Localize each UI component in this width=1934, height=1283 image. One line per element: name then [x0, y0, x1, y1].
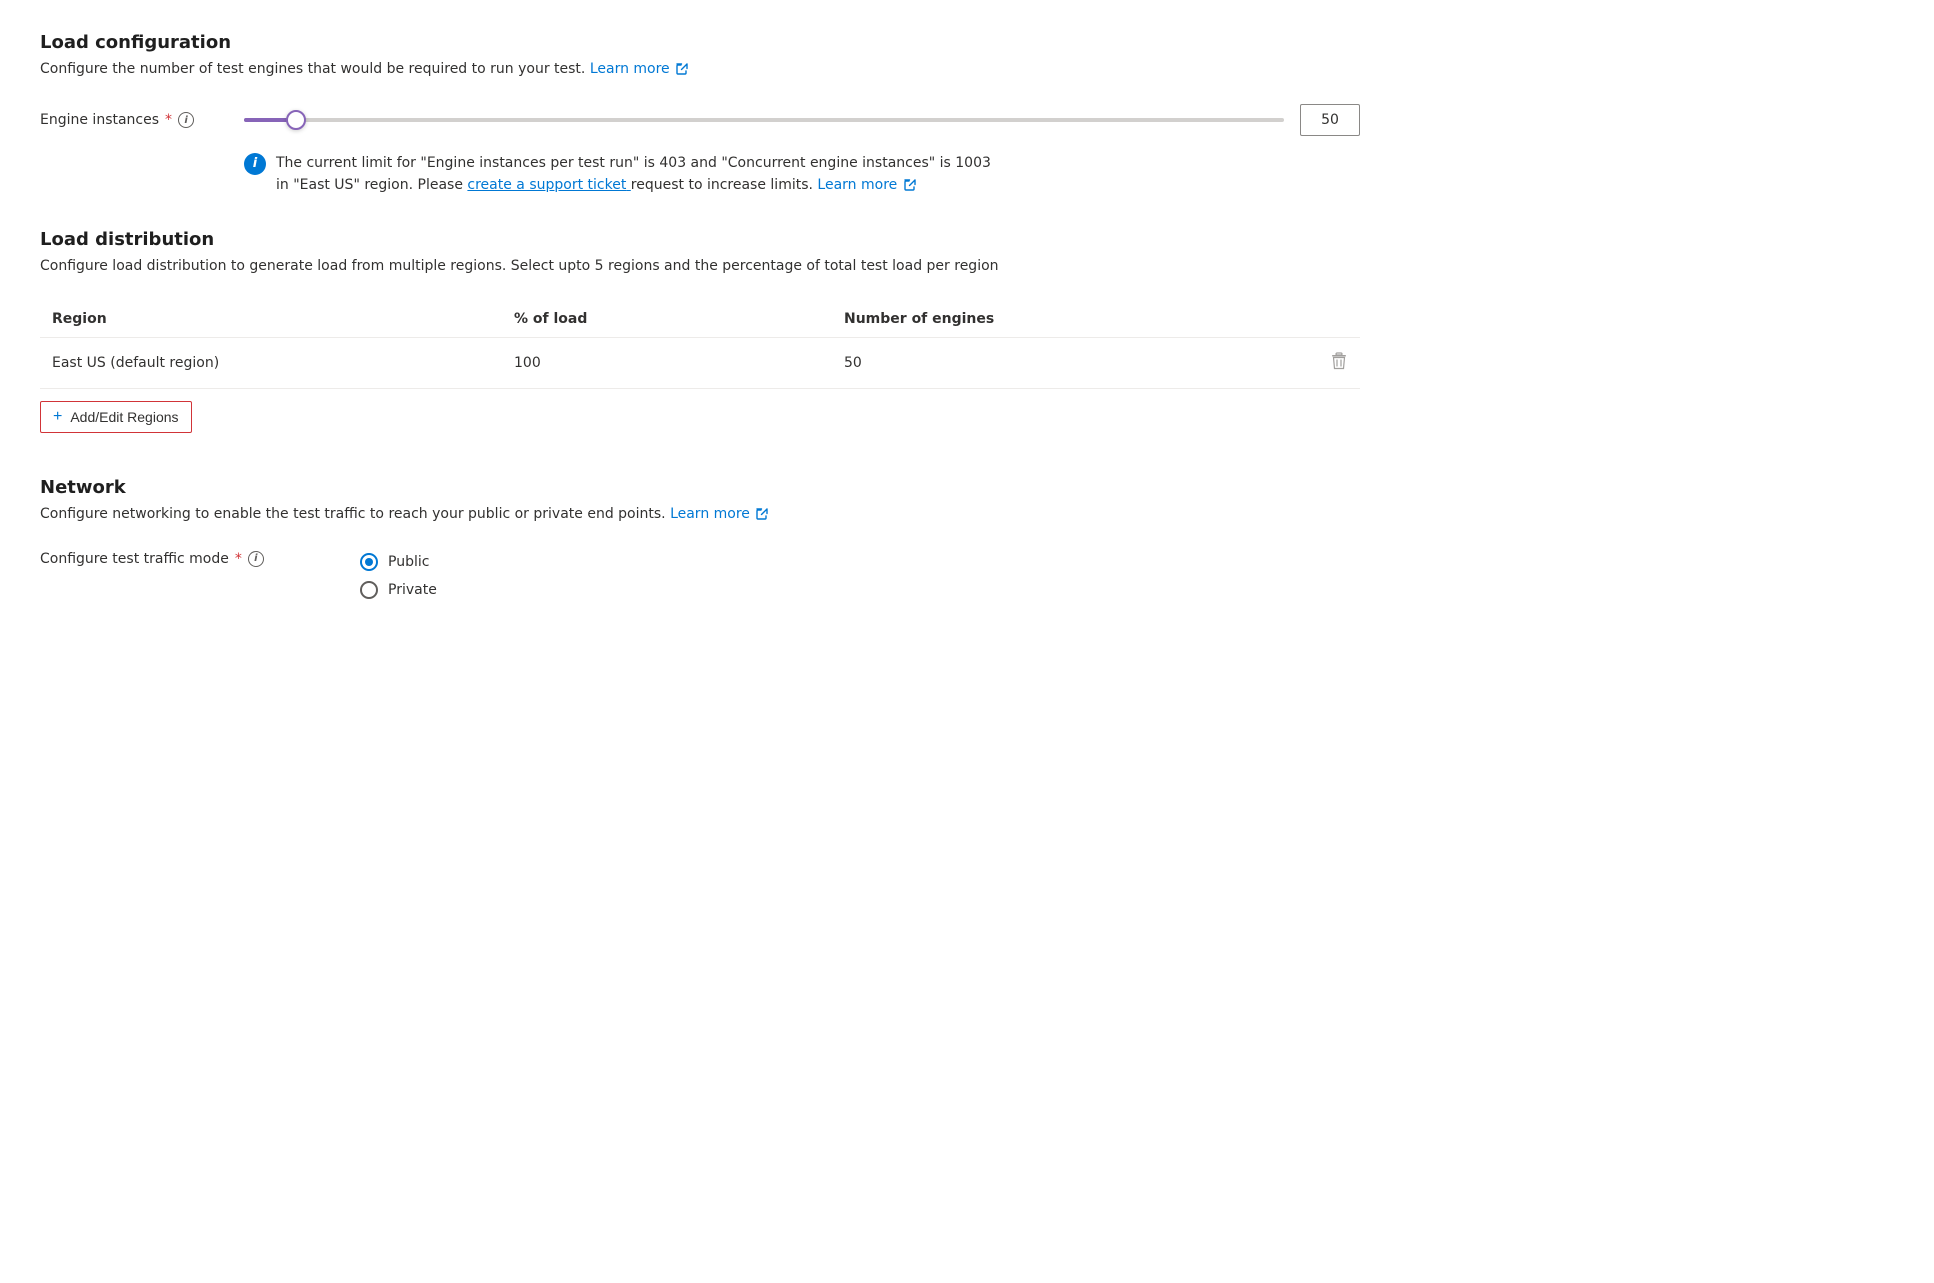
network-description: Configure networking to enable the test … — [40, 504, 1360, 525]
traffic-mode-label: Configure test traffic mode * i — [40, 549, 300, 567]
radio-dot-public — [365, 558, 373, 566]
trash-icon — [1330, 352, 1348, 370]
traffic-mode-row: Configure test traffic mode * i Public P… — [40, 549, 1360, 599]
create-support-ticket-link[interactable]: create a support ticket — [467, 177, 630, 193]
info-circle-icon: i — [244, 153, 266, 175]
table-body: East US (default region) 100 50 — [40, 337, 1360, 388]
traffic-required-indicator: * — [235, 551, 242, 567]
load-distribution-description: Configure load distribution to generate … — [40, 256, 1360, 277]
external-link-icon-3 — [756, 508, 768, 520]
network-learn-more-link[interactable]: Learn more — [670, 506, 768, 522]
engine-instances-label: Engine instances * i — [40, 112, 220, 128]
external-link-icon — [676, 63, 688, 75]
column-header-region: Region — [40, 301, 502, 338]
column-header-action — [1228, 301, 1360, 338]
add-edit-regions-button[interactable]: + Add/Edit Regions — [40, 401, 192, 433]
traffic-mode-radio-group: Public Private — [360, 553, 437, 599]
network-title: Network — [40, 477, 1360, 498]
external-link-icon-2 — [904, 179, 916, 191]
load-config-learn-more-link[interactable]: Learn more — [590, 61, 688, 77]
engine-instances-value[interactable]: 50 — [1300, 104, 1360, 136]
engine-instances-info-icon[interactable]: i — [178, 112, 194, 128]
radio-circle-private[interactable] — [360, 581, 378, 599]
plus-icon: + — [53, 408, 62, 426]
load-distribution-title: Load distribution — [40, 229, 1360, 250]
required-indicator: * — [165, 112, 172, 128]
radio-option-public[interactable]: Public — [360, 553, 437, 571]
engine-instances-row: Engine instances * i 50 — [40, 104, 1360, 136]
load-distribution-section: Load distribution Configure load distrib… — [40, 229, 1360, 461]
engine-instances-slider[interactable] — [244, 118, 1284, 122]
load-config-title: Load configuration — [40, 32, 1360, 53]
load-configuration-section: Load configuration Configure the number … — [40, 32, 1360, 197]
engines-cell: 50 — [832, 337, 1228, 388]
column-header-load: % of load — [502, 301, 832, 338]
table-row: East US (default region) 100 50 — [40, 337, 1360, 388]
engine-instances-slider-container: 50 — [244, 104, 1360, 136]
table-header-row: Region % of load Number of engines — [40, 301, 1360, 338]
traffic-mode-info-icon[interactable]: i — [248, 551, 264, 567]
delete-row-icon[interactable] — [1330, 352, 1348, 370]
delete-cell — [1228, 337, 1360, 388]
info-learn-more-link[interactable]: Learn more — [817, 177, 915, 193]
load-percent-cell: 100 — [502, 337, 832, 388]
network-section: Network Configure networking to enable t… — [40, 477, 1360, 599]
radio-circle-public[interactable] — [360, 553, 378, 571]
region-cell: East US (default region) — [40, 337, 502, 388]
load-distribution-table: Region % of load Number of engines East … — [40, 301, 1360, 389]
info-message-box: i The current limit for "Engine instance… — [244, 152, 1004, 197]
info-message-text: The current limit for "Engine instances … — [276, 152, 1004, 197]
table-header: Region % of load Number of engines — [40, 301, 1360, 338]
load-config-description: Configure the number of test engines tha… — [40, 59, 1360, 80]
radio-option-private[interactable]: Private — [360, 581, 437, 599]
column-header-engines: Number of engines — [832, 301, 1228, 338]
slider-thumb[interactable] — [286, 110, 306, 130]
